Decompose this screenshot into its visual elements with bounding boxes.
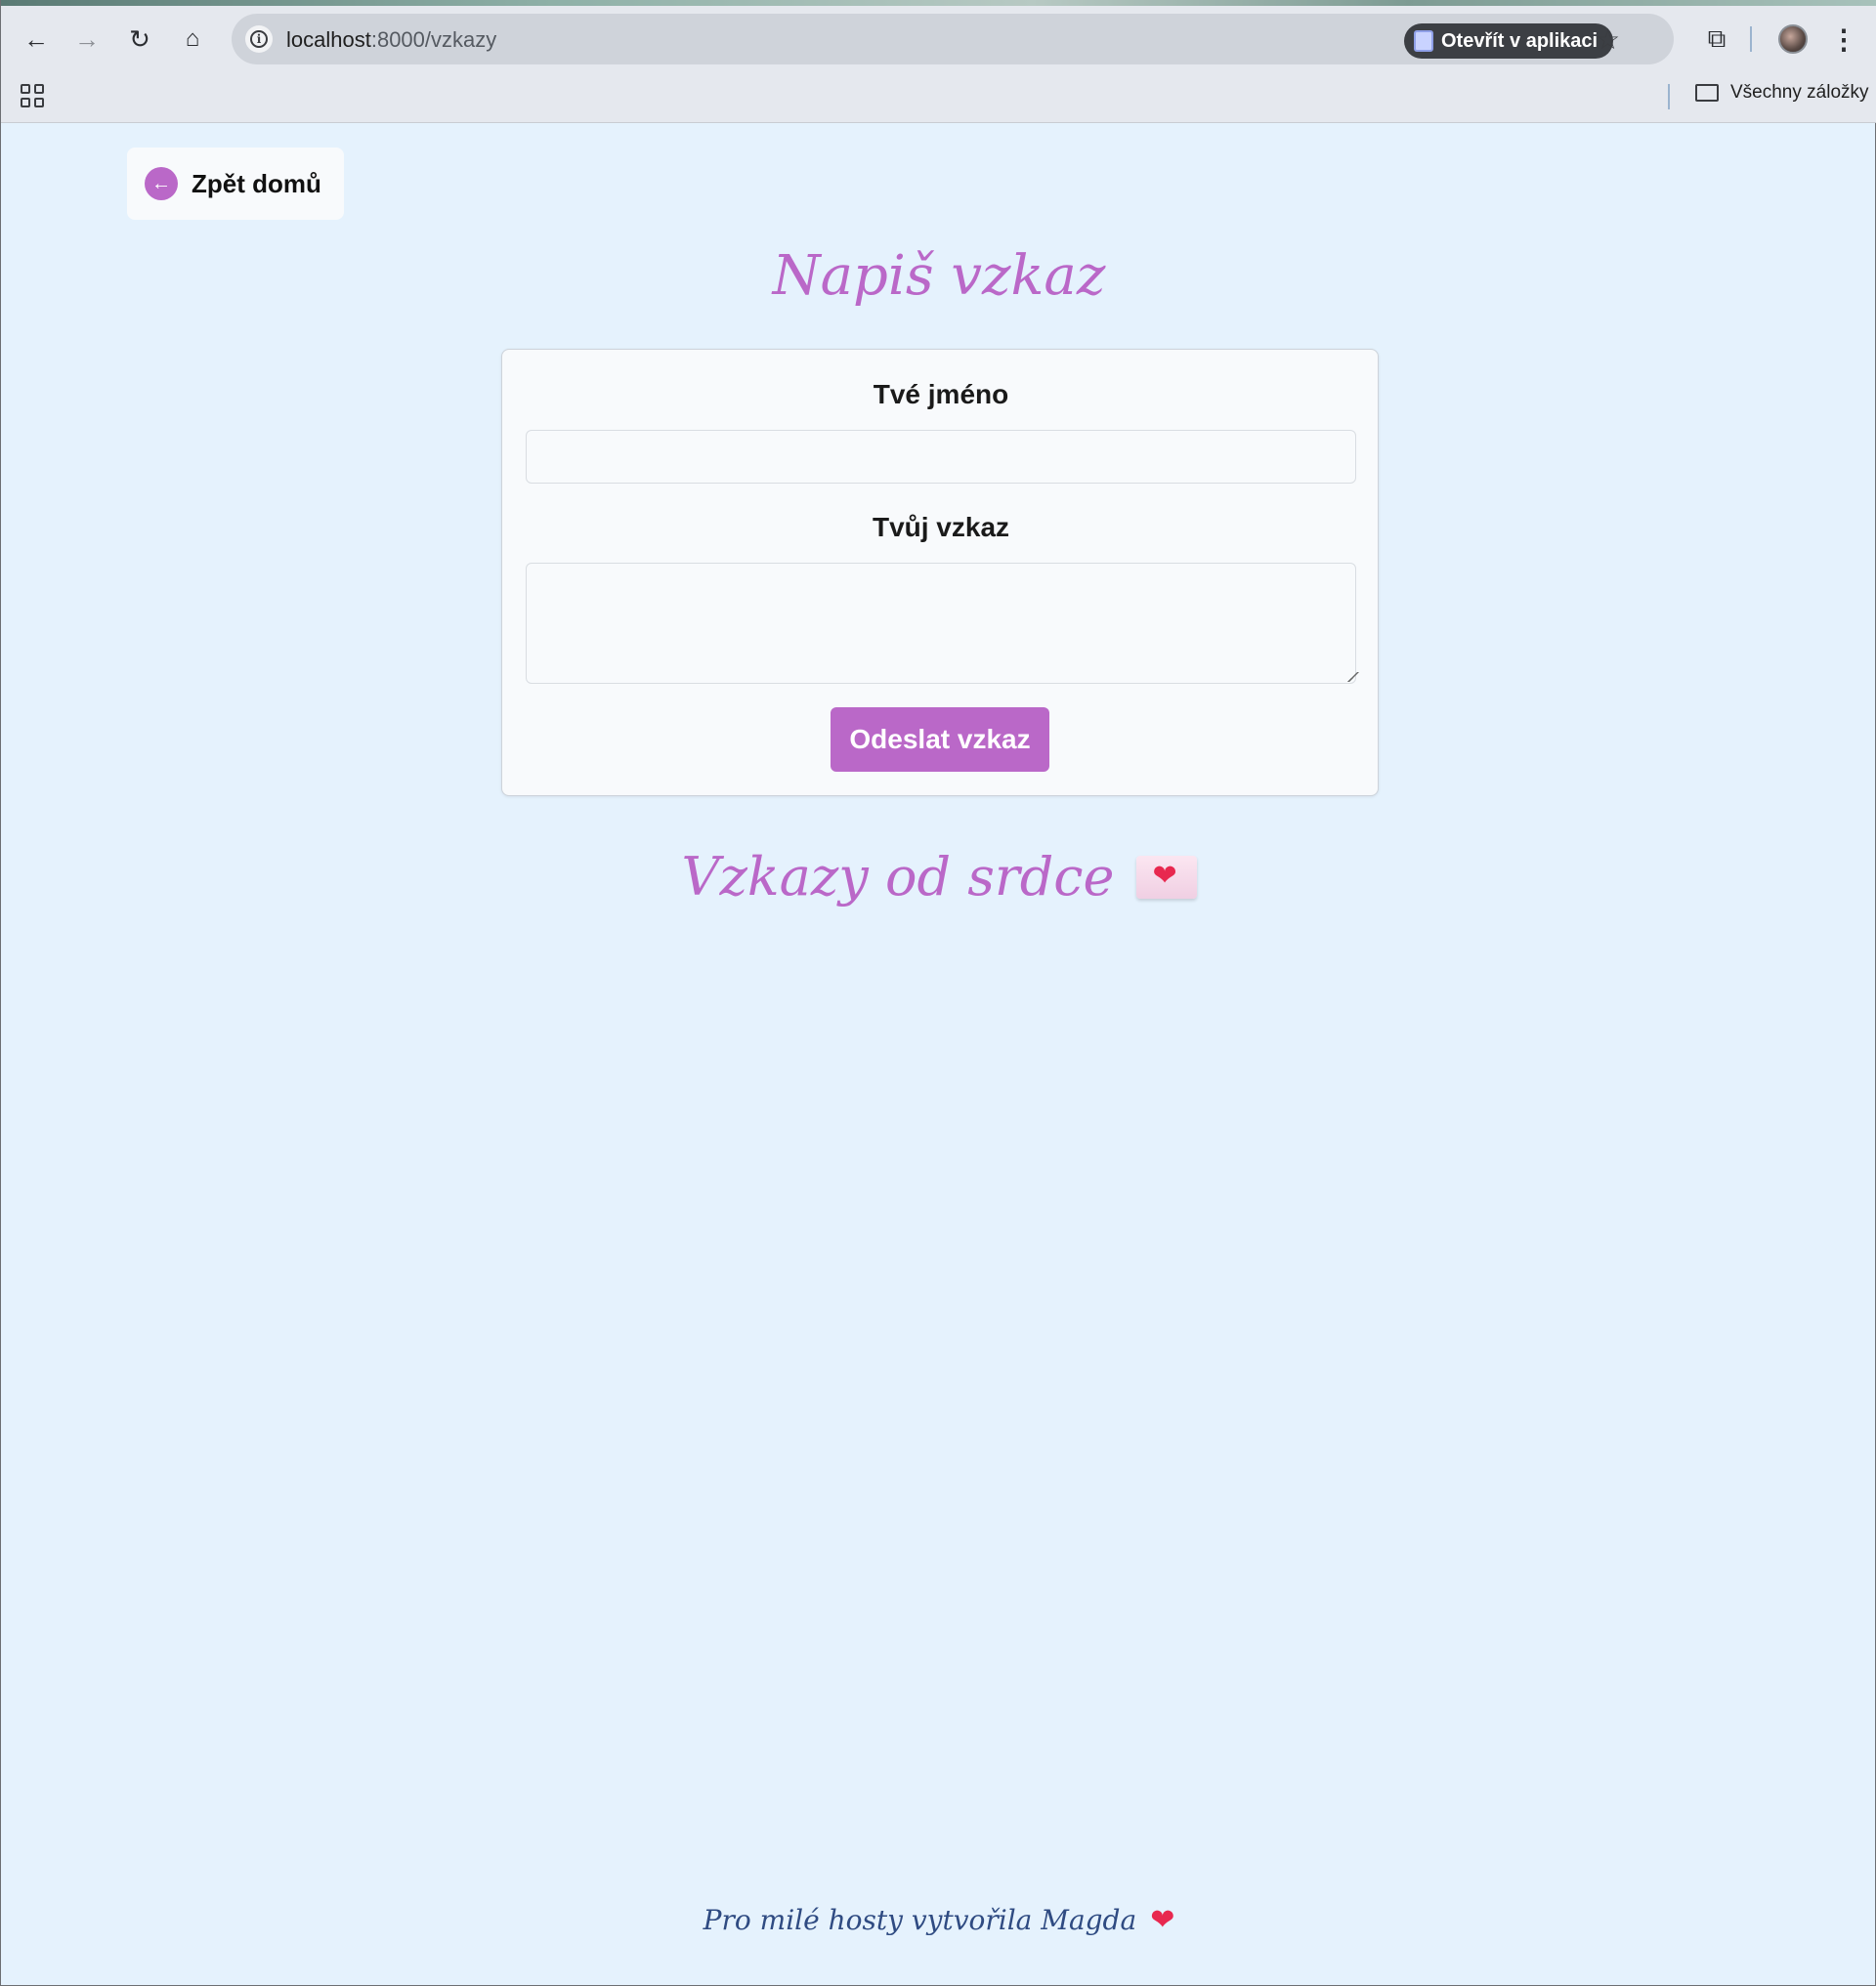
address-bar[interactable]: i localhost:8000/vzkazy Otevřít v aplika…: [232, 14, 1674, 64]
extensions-icon[interactable]: ⧉: [1697, 20, 1736, 59]
footer: Pro milé hosty vytvořila Magda ❤: [1, 1903, 1876, 1937]
name-input[interactable]: [526, 430, 1356, 484]
url-text[interactable]: localhost:8000/vzkazy: [286, 27, 496, 53]
message-label: Tvůj vzkaz: [872, 512, 1010, 542]
footer-text: Pro milé hosty vytvořila Magda: [703, 1904, 1137, 1936]
all-bookmarks-label: Všechny záložky: [1730, 82, 1869, 103]
browser-toolbar: ← → ↻ ⌂ i localhost:8000/vzkazy Otevřít …: [1, 6, 1876, 72]
forward-arrow-icon[interactable]: →: [67, 20, 107, 59]
back-home-button[interactable]: ← Zpět domů: [127, 148, 344, 220]
app-icon: [1414, 30, 1433, 52]
messages-title: Vzkazy od srdce: [681, 846, 1115, 908]
form-title: Napiš vzkaz: [772, 244, 1106, 308]
bookmarks-bar: Všechny záložky: [1, 72, 1876, 123]
menu-kebab-icon[interactable]: ⋮: [1824, 20, 1863, 59]
name-label: Tvé jméno: [873, 379, 1009, 409]
message-textarea[interactable]: [526, 563, 1356, 684]
submit-message-button[interactable]: Odeslat vzkaz: [831, 707, 1049, 772]
love-letter-icon: ❤: [1135, 855, 1197, 899]
heart-icon: ❤: [1150, 1903, 1175, 1937]
open-in-app-label: Otevřít v aplikaci: [1441, 29, 1599, 52]
messages-header: Vzkazy od srdce ❤: [1, 846, 1876, 908]
toolbar-divider: [1750, 26, 1752, 52]
site-info-icon[interactable]: i: [245, 25, 273, 53]
home-icon[interactable]: ⌂: [173, 20, 212, 59]
bookmarks-divider: [1668, 84, 1670, 109]
back-arrow-icon[interactable]: ←: [17, 20, 56, 59]
profile-avatar[interactable]: [1773, 20, 1812, 59]
url-path: :8000/vzkazy: [370, 27, 497, 52]
reload-icon[interactable]: ↻: [120, 20, 159, 59]
folder-icon: [1695, 84, 1719, 102]
apps-grid-icon[interactable]: [21, 84, 44, 107]
arrow-left-icon: ←: [145, 167, 178, 200]
back-home-label: Zpět domů: [192, 168, 321, 198]
open-in-app-button[interactable]: Otevřít v aplikaci: [1404, 23, 1614, 59]
url-host: localhost: [286, 27, 371, 52]
avatar: [1778, 24, 1808, 54]
all-bookmarks-button[interactable]: Všechny záložky: [1695, 82, 1869, 104]
message-form: Tvé jméno Tvůj vzkaz Odeslat vzkaz: [501, 349, 1379, 796]
bookmark-star-icon[interactable]: ☆: [1596, 23, 1620, 56]
